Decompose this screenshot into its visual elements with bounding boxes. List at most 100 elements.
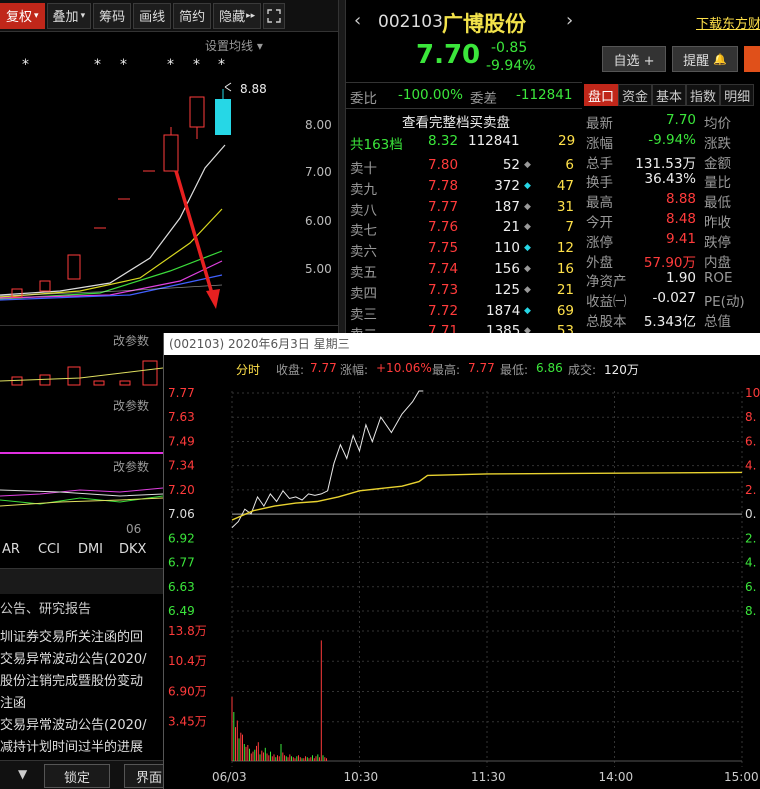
ask-level-label: 卖六 (350, 244, 377, 261)
ask-level-volume: 1874 (486, 302, 521, 319)
quote-label: 今开 (586, 215, 613, 231)
pct-tick-label: 6. (745, 434, 756, 448)
pct-tick-label: 6. (745, 580, 756, 594)
param-button[interactable]: 改参数 (113, 397, 149, 414)
watchlist-button[interactable]: 自选 + (602, 46, 666, 72)
forward-arrow-icon[interactable]: › (566, 10, 573, 31)
ask-level-marker: ◆ (524, 243, 531, 254)
price-tick-label: 6.77 (168, 556, 195, 570)
download-link[interactable]: 下载东方财 (696, 13, 760, 32)
indicator-1-chart (0, 360, 163, 386)
quote-value: 5.343亿 (643, 314, 696, 330)
ask-level-volume: 125 (494, 281, 520, 298)
ask-level-label: 卖五 (350, 265, 377, 281)
tab-detail[interactable]: 明细 (720, 84, 755, 106)
price-tick-label: 7.49 (168, 434, 195, 448)
fullscreen-icon[interactable] (263, 2, 286, 29)
tab-pankou[interactable]: 盘口 (584, 84, 619, 106)
price-tick-label: 6.63 (168, 580, 195, 594)
time-tick-label: 15:00 (724, 770, 759, 784)
indicator-3-chart (0, 487, 163, 507)
indicator-tab-cci[interactable]: CCI (38, 542, 60, 562)
trade-button[interactable] (744, 46, 760, 72)
ask-level-price: 7.73 (428, 281, 459, 298)
bottom-bar: ▼ 锁定 界面 (0, 760, 174, 789)
pct-tick-label: 8. (745, 604, 756, 618)
quote-panel: 最新 7.70 均价 涨幅 -9.94% 涨跌 总手 131.53万 金额 换手 36.43% 量比最… (584, 108, 760, 333)
quote-value: 9.41 (665, 230, 696, 247)
price-tick-label: 6.49 (168, 604, 195, 618)
toolbar-hide-button[interactable]: 隐藏 ▸▸ (213, 2, 262, 29)
toolbar-draw-button[interactable]: 画线 (133, 2, 172, 29)
weicha-value: -112841 (516, 87, 573, 103)
ask-level-price: 7.72 (428, 302, 459, 319)
pct-tick-label: 2. (745, 531, 756, 545)
quote-label-2: 均价 (704, 116, 731, 132)
ask-level-volume: 110 (494, 240, 520, 257)
lock-button[interactable]: 锁定 (44, 764, 110, 788)
indicator-tab-dmi[interactable]: DMI (78, 542, 103, 562)
kline-chart (0, 82, 232, 309)
quote-label-2: 最低 (704, 195, 731, 212)
volume-tick-label: 3.45万 (168, 715, 207, 729)
param-button[interactable]: 改参数 (113, 458, 149, 475)
price-tick: 8.00 (305, 118, 332, 132)
news-item[interactable]: 减持计划时间过半的进展 (0, 736, 143, 755)
quote-value: 8.88 (665, 191, 696, 208)
ask-level-label: 卖七 (350, 223, 377, 240)
chart-toolbar: 复权 ▾ 叠加 ▾ 筹码 画线 简约 隐藏 ▸▸ (0, 0, 338, 32)
pct-tick-label: 8. (745, 410, 756, 424)
quote-label-2: 内盘 (704, 254, 731, 271)
ask-level-count: 6 (565, 157, 574, 173)
ask-level-price: 7.76 (428, 219, 459, 236)
quote-value: 131.53万 (635, 155, 696, 172)
news-item[interactable]: 股份注销完成暨股份变动 (0, 670, 143, 689)
volume-tick-label: 13.8万 (168, 624, 207, 638)
kline-panel: 设置均线 ▾ * * * * * * 8.88 8.00 7.00 6.00 5… (0, 33, 338, 333)
quote-value: -0.027 (652, 290, 696, 307)
price-tick: 6.00 (305, 214, 332, 228)
news-item[interactable]: 交易异常波动公告(2020/ (0, 648, 147, 667)
scrollbar[interactable] (0, 568, 163, 594)
indicator-tab-ar[interactable]: AR (2, 542, 20, 562)
news-header: 公告、研究报告 (0, 602, 92, 617)
ask-level-marker: ◆ (524, 222, 531, 233)
quote-label-2: 量比 (704, 175, 731, 192)
alert-button[interactable]: 提醒 🔔 (672, 46, 738, 72)
stock-price: 7.70 (416, 40, 481, 70)
toolbar-simple-button[interactable]: 简约 (173, 2, 212, 29)
tab-index[interactable]: 指数 (686, 84, 721, 106)
ask-level-marker: ◆ (524, 180, 531, 191)
ask-level-label: 卖四 (350, 285, 377, 302)
indicator-panel-2: 改参数 (0, 395, 163, 454)
toolbar-overlay-button[interactable]: 叠加 ▾ (46, 2, 92, 29)
chevron-down-icon[interactable]: ▼ (18, 767, 27, 781)
book-divider (346, 108, 582, 109)
volume-tick-label: 10.4万 (168, 654, 207, 668)
news-item[interactable]: 圳证券交易所关注函的回 (0, 626, 143, 645)
total-price: 8.32 (428, 133, 459, 149)
order-book: 委比 -100.00% 委差 -112841 查看完整档买卖盘 共163档 8.… (346, 82, 582, 343)
full-book-link[interactable]: 查看完整档买卖盘 (402, 111, 510, 131)
toolbar-fuquan-button[interactable]: 复权 ▾ (0, 2, 45, 29)
price-tick-label: 7.63 (168, 410, 195, 424)
pct-tick-label: 2. (745, 483, 756, 497)
tab-basic[interactable]: 基本 (652, 84, 687, 106)
ask-level-count: 69 (556, 302, 574, 319)
ask-level-volume: 187 (494, 198, 520, 215)
quote-label: 换手 (586, 175, 613, 192)
param-button[interactable]: 改参数 (113, 332, 149, 349)
quote-label-2: 总值 (704, 314, 731, 330)
toolbar-chips-button[interactable]: 筹码 (93, 2, 132, 29)
indicator-tab-dkx[interactable]: DKX (119, 542, 146, 562)
news-item[interactable]: 注函 (0, 692, 26, 711)
news-item[interactable]: 交易异常波动公告(2020/ (0, 714, 147, 733)
quote-label-2: 涨跌 (704, 135, 731, 152)
total-volume: 112841 (468, 133, 520, 149)
ask-level-count: 12 (556, 240, 574, 257)
back-arrow-icon[interactable]: ‹ (354, 10, 361, 31)
ask-level-label: 卖八 (350, 202, 377, 219)
tab-funds[interactable]: 资金 (618, 84, 653, 106)
quote-value: 36.43% (644, 171, 696, 188)
volume-tick-label: 6.90万 (168, 684, 207, 698)
